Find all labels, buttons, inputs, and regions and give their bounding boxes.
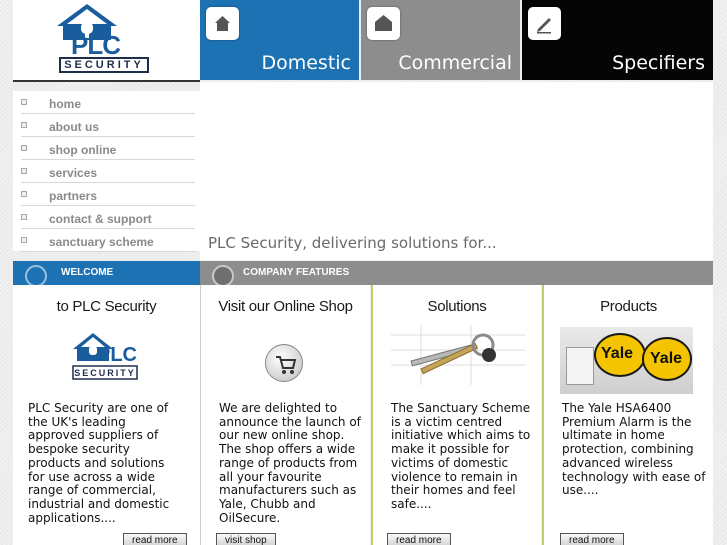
read-more-button[interactable]: read more xyxy=(123,533,187,545)
read-more-button[interactable]: read more xyxy=(387,533,451,545)
document-icon xyxy=(212,265,234,287)
shop-column: Visit our Online Shop We are delighted t… xyxy=(200,285,370,545)
house-icon xyxy=(206,7,239,40)
column-title: Visit our Online Shop xyxy=(218,298,353,315)
column-title: to PLC Security xyxy=(56,298,157,315)
shopping-cart-icon[interactable] xyxy=(265,344,303,382)
nav-item-about-us[interactable]: about us xyxy=(21,115,195,137)
nav-item-shop-online[interactable]: shop online xyxy=(21,138,195,160)
house-lock-icon: PLC SECURITY xyxy=(72,333,138,380)
building-icon xyxy=(367,7,400,40)
keys-icon xyxy=(391,325,525,385)
nav-item-sanctuary-scheme[interactable]: sanctuary scheme xyxy=(21,230,195,252)
logo-subtitle: SECURITY xyxy=(59,57,149,73)
keypad-icon xyxy=(566,347,594,385)
bullet-icon xyxy=(21,191,27,197)
siren-icon: Yale xyxy=(642,337,692,381)
svg-text:PLC: PLC xyxy=(97,344,137,366)
column-title: Products xyxy=(600,298,657,315)
document-icon xyxy=(25,265,47,287)
site-logo[interactable]: PLC SECURITY xyxy=(13,0,200,82)
bullet-icon xyxy=(21,168,27,174)
tab-label: Specifiers xyxy=(612,52,705,74)
column-body: We are delighted to announce the launch … xyxy=(219,401,361,525)
pencil-icon xyxy=(528,7,561,40)
bullet-icon xyxy=(21,145,27,151)
tab-specifiers[interactable]: Specifiers xyxy=(522,0,713,80)
tab-label: Commercial xyxy=(398,52,512,74)
tab-domestic[interactable]: Domestic xyxy=(200,0,359,80)
section-label: WELCOME xyxy=(61,267,114,278)
nav-item-partners[interactable]: partners xyxy=(21,184,195,206)
nav-item-services[interactable]: services xyxy=(21,161,195,183)
welcome-column: to PLC Security PLC SECURITY PLC Securit… xyxy=(13,285,200,545)
column-body: The Sanctuary Scheme is a victim centred… xyxy=(391,401,531,511)
welcome-section-bar: WELCOME xyxy=(13,261,200,287)
hero-banner: PLC Security, delivering solutions for..… xyxy=(200,82,713,260)
bullet-icon xyxy=(21,99,27,105)
banner-tagline: PLC Security, delivering solutions for..… xyxy=(208,234,497,252)
svg-text:SECURITY: SECURITY xyxy=(74,368,136,378)
plc-logo-image: PLC SECURITY xyxy=(13,325,200,401)
solutions-column: Solutions The Sanctuary Scheme is a vict… xyxy=(371,285,541,545)
read-more-button[interactable]: read more xyxy=(560,533,624,545)
tab-label: Domestic xyxy=(261,52,351,74)
visit-shop-button[interactable]: visit shop xyxy=(216,533,276,545)
section-label: COMPANY FEATURES xyxy=(243,267,350,278)
bullet-icon xyxy=(21,214,27,220)
nav-item-home[interactable]: home xyxy=(21,92,195,114)
products-column: Products Yale Yale The Yale HSA6400 Prem… xyxy=(542,285,713,545)
bullet-icon xyxy=(21,122,27,128)
sidebar-nav: home about us shop online services partn… xyxy=(13,91,200,252)
column-title: Solutions xyxy=(427,298,487,315)
shop-image xyxy=(201,325,370,401)
tab-commercial[interactable]: Commercial xyxy=(361,0,520,80)
features-section-bar: COMPANY FEATURES xyxy=(200,261,713,287)
column-body: PLC Security are one of the UK's leading… xyxy=(28,401,170,525)
siren-icon: Yale xyxy=(594,333,646,377)
nav-item-contact-support[interactable]: contact & support xyxy=(21,207,195,229)
yale-alarm-image: Yale Yale xyxy=(544,325,713,401)
keys-image xyxy=(373,325,541,401)
column-body: The Yale HSA6400 Premium Alarm is the ul… xyxy=(562,401,706,498)
bullet-icon xyxy=(21,237,27,243)
